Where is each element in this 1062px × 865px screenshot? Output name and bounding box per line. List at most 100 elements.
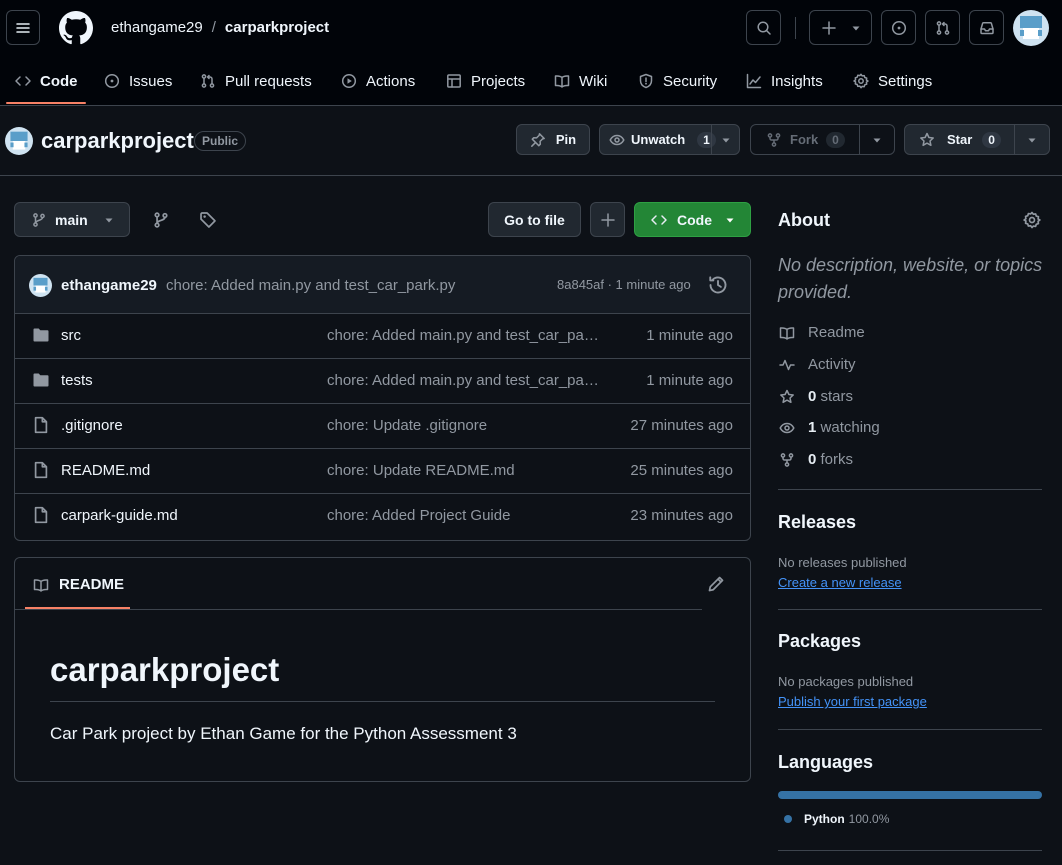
code-dropdown-button[interactable]: Code bbox=[634, 202, 751, 237]
tab-code[interactable]: Code bbox=[14, 64, 78, 98]
file-row-src[interactable]: src chore: Added main.py and test_car_pa… bbox=[15, 313, 751, 358]
file-commit-message[interactable]: chore: Update README.md bbox=[327, 462, 603, 479]
chevron-down-icon[interactable] bbox=[1027, 135, 1037, 145]
file-commit-time: 25 minutes ago bbox=[630, 462, 733, 479]
file-commit-message[interactable]: chore: Added Project Guide bbox=[327, 507, 603, 524]
pin-button[interactable]: Pin bbox=[516, 124, 590, 155]
file-row-carpark-guide[interactable]: carpark-guide.md chore: Added Project Gu… bbox=[15, 493, 751, 538]
breadcrumb-repo[interactable]: carparkproject bbox=[225, 19, 329, 36]
issues-shortcut-button[interactable] bbox=[881, 10, 916, 45]
avatar-identicon-icon bbox=[33, 277, 48, 293]
avatar-identicon-icon bbox=[1020, 16, 1042, 39]
tab-projects-label: Projects bbox=[471, 72, 526, 90]
edit-readme-button[interactable] bbox=[707, 575, 725, 593]
fork-button[interactable]: Fork 0 bbox=[750, 124, 895, 155]
unwatch-dropdown-divider bbox=[711, 125, 712, 154]
issue-opened-icon bbox=[891, 20, 906, 35]
tab-pull-requests[interactable]: Pull requests bbox=[199, 64, 312, 98]
commit-hash-time[interactable]: 8a845af · 1 minute ago bbox=[557, 277, 691, 292]
user-avatar[interactable] bbox=[1013, 10, 1049, 46]
file-row-tests[interactable]: tests chore: Added main.py and test_car_… bbox=[15, 358, 751, 403]
commit-author[interactable]: ethangame29 bbox=[61, 277, 157, 294]
header-divider bbox=[795, 17, 796, 39]
book-icon bbox=[554, 75, 570, 88]
packages-heading[interactable]: Packages bbox=[778, 631, 861, 652]
publish-package-link[interactable]: Publish your first package bbox=[778, 694, 927, 709]
plus-icon bbox=[821, 20, 836, 35]
file-row-gitignore[interactable]: .gitignore chore: Update .gitignore 27 m… bbox=[15, 403, 751, 448]
about-settings-button[interactable] bbox=[1023, 211, 1041, 229]
file-commit-time: 1 minute ago bbox=[646, 327, 733, 344]
tag-icon bbox=[200, 212, 216, 228]
tab-issues[interactable]: Issues bbox=[103, 64, 172, 98]
breadcrumb-owner[interactable]: ethangame29 bbox=[111, 19, 203, 36]
branches-button[interactable] bbox=[152, 211, 170, 229]
create-release-link[interactable]: Create a new release bbox=[778, 575, 902, 590]
watch-counter: 1 bbox=[697, 131, 716, 148]
search-button[interactable] bbox=[746, 10, 781, 45]
tab-security[interactable]: Security bbox=[637, 64, 717, 98]
fork-dropdown-divider bbox=[859, 125, 860, 154]
file-name[interactable]: .gitignore bbox=[61, 417, 123, 434]
file-commit-message[interactable]: chore: Added main.py and test_car_park.p… bbox=[327, 327, 603, 344]
readme-title-rule bbox=[50, 701, 715, 702]
create-new-button[interactable] bbox=[809, 10, 872, 45]
folder-icon bbox=[33, 373, 49, 387]
file-row-readme[interactable]: README.md chore: Update README.md 25 min… bbox=[15, 448, 751, 493]
breadcrumb: ethangame29 / carparkproject bbox=[111, 19, 329, 36]
star-icon bbox=[920, 132, 934, 146]
repo-avatar[interactable] bbox=[5, 127, 33, 155]
tab-insights-label: Insights bbox=[771, 72, 823, 90]
tab-settings[interactable]: Settings bbox=[852, 64, 932, 98]
branch-name: main bbox=[55, 211, 88, 228]
commit-message[interactable]: chore: Added main.py and test_car_park.p… bbox=[166, 277, 455, 294]
chevron-down-icon bbox=[852, 26, 859, 30]
go-to-file-button[interactable]: Go to file bbox=[488, 202, 581, 237]
chevron-down-icon[interactable] bbox=[721, 135, 731, 145]
about-stars-link[interactable]: 0 stars bbox=[778, 388, 853, 405]
tab-insights[interactable]: Insights bbox=[745, 64, 823, 98]
language-python[interactable]: Python 100.0% bbox=[784, 812, 889, 826]
inbox-button[interactable] bbox=[969, 10, 1004, 45]
unwatch-button[interactable]: Unwatch 1 bbox=[599, 124, 740, 155]
file-commit-message[interactable]: chore: Update .gitignore bbox=[327, 417, 603, 434]
tags-button[interactable] bbox=[199, 211, 217, 229]
commit-author-avatar[interactable] bbox=[29, 274, 52, 297]
unwatch-label: Unwatch bbox=[631, 132, 686, 147]
github-logo-icon[interactable] bbox=[59, 11, 93, 45]
about-forks-link[interactable]: 0 forks bbox=[778, 451, 853, 468]
git-branch-icon bbox=[33, 212, 45, 227]
forks-count: 0 bbox=[808, 451, 817, 468]
hamburger-icon bbox=[16, 22, 30, 33]
repo-name[interactable]: carparkproject bbox=[41, 128, 194, 154]
tab-actions-label: Actions bbox=[366, 72, 416, 90]
readme-tab[interactable]: README bbox=[32, 576, 124, 593]
about-watching-link[interactable]: 1 watching bbox=[778, 419, 880, 436]
tab-projects[interactable]: Projects bbox=[445, 64, 525, 98]
avatar-identicon-icon bbox=[10, 131, 28, 150]
file-name[interactable]: README.md bbox=[61, 462, 150, 479]
chevron-down-icon[interactable] bbox=[872, 135, 882, 145]
sidebar-divider bbox=[778, 850, 1042, 851]
branch-selector[interactable]: main bbox=[14, 202, 130, 237]
language-color-dot bbox=[784, 815, 792, 823]
file-name[interactable]: src bbox=[61, 327, 81, 344]
tab-actions[interactable]: Actions bbox=[340, 64, 415, 98]
watching-count: 1 bbox=[808, 419, 817, 436]
language-bar-python bbox=[778, 791, 1042, 799]
star-button[interactable]: Star 0 bbox=[904, 124, 1050, 155]
releases-heading[interactable]: Releases bbox=[778, 512, 856, 533]
git-branch-icon bbox=[154, 212, 168, 228]
file-name[interactable]: tests bbox=[61, 372, 93, 389]
file-name[interactable]: carpark-guide.md bbox=[61, 507, 178, 524]
about-readme-link[interactable]: Readme bbox=[778, 324, 865, 341]
menu-button[interactable] bbox=[6, 10, 40, 45]
add-file-button[interactable] bbox=[590, 202, 625, 237]
about-activity-link[interactable]: Activity bbox=[778, 356, 856, 373]
stars-count: 0 bbox=[808, 388, 817, 405]
history-button[interactable] bbox=[708, 275, 728, 295]
tab-wiki[interactable]: Wiki bbox=[553, 64, 607, 98]
forks-label: forks bbox=[820, 451, 854, 468]
file-commit-message[interactable]: chore: Added main.py and test_car_park.p… bbox=[327, 372, 603, 389]
pull-requests-shortcut-button[interactable] bbox=[925, 10, 960, 45]
